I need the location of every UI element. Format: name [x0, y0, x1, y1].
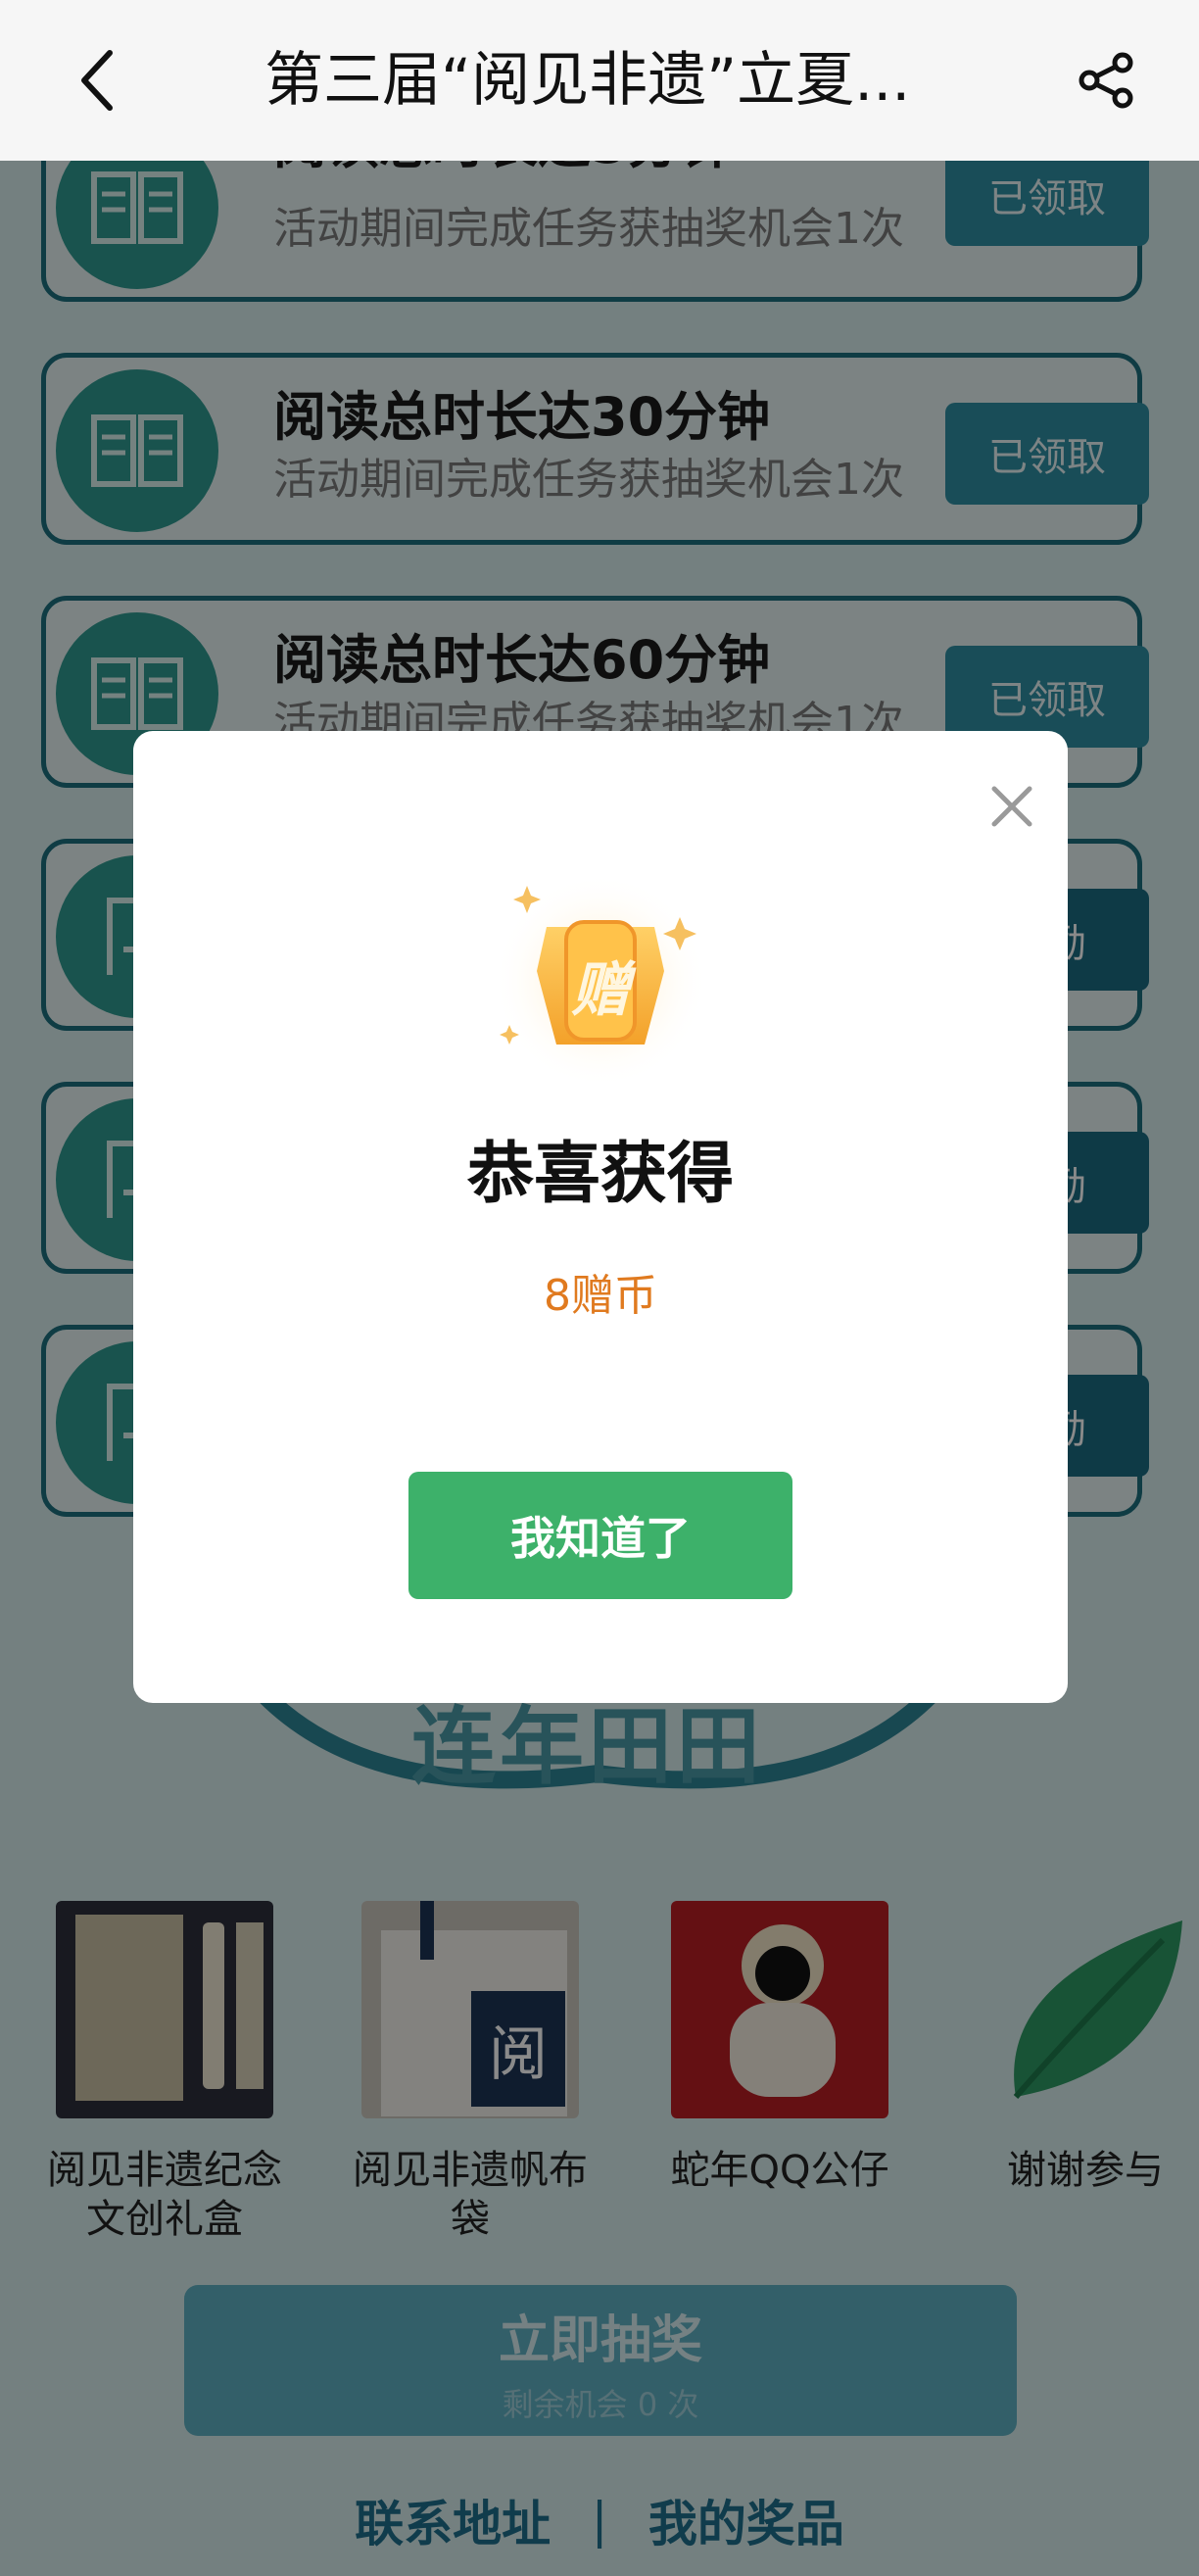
- share-icon: [1079, 52, 1133, 109]
- reward-amount: 8赠币: [544, 1271, 657, 1321]
- close-icon: [991, 786, 1032, 827]
- reward-dialog: 赠 恭喜获得 8赠币 我知道了: [133, 731, 1068, 1703]
- congrats-title: 恭喜获得: [466, 1136, 734, 1213]
- got-it-button[interactable]: 我知道了: [408, 1472, 792, 1599]
- page-title: 第三届“阅见非遗”立夏...: [264, 46, 911, 115]
- close-button[interactable]: [978, 772, 1046, 841]
- top-navigation-bar: 第三届“阅见非遗”立夏...: [0, 0, 1199, 161]
- back-button[interactable]: [59, 41, 137, 120]
- gift-char: 赠: [571, 956, 630, 1025]
- chevron-left-icon: [81, 50, 113, 111]
- share-button[interactable]: [1068, 41, 1146, 120]
- gift-coin-icon: 赠: [488, 868, 713, 1094]
